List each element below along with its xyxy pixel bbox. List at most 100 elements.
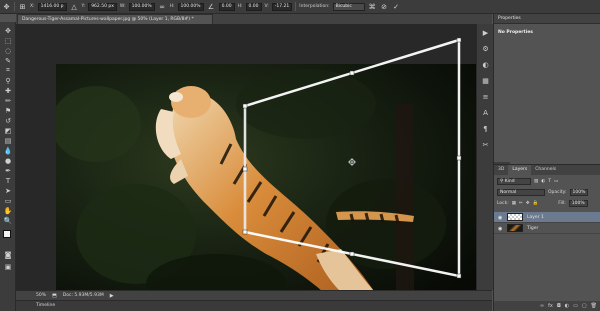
transform-handle-bottom-right[interactable] (456, 273, 462, 279)
brush-tool-icon[interactable]: ✏ (2, 96, 14, 105)
transform-handle-mid-left[interactable] (242, 166, 248, 172)
zoom-level[interactable]: 50% (36, 293, 46, 298)
transform-handle-mid-right[interactable] (456, 155, 462, 161)
new-layer-icon[interactable]: ▢ (582, 303, 587, 309)
layer-filter-row: ⚲ Kind ▨ ◐ T ▭ (497, 178, 558, 185)
lock-transparency-icon[interactable]: ▦ (512, 201, 516, 206)
properties-empty-message: No Properties (498, 30, 533, 35)
transform-handle-top-left[interactable] (242, 103, 248, 109)
crop-tool-icon[interactable]: ⌗ (2, 66, 14, 75)
layers-panel-footer: ∞ fx ◘ ◐ ▭ ▢ 🗑 (494, 301, 600, 311)
opacity-field[interactable]: 100% (569, 189, 589, 196)
quick-select-tool-icon[interactable]: ✎ (2, 56, 14, 65)
healing-brush-tool-icon[interactable]: ✚ (2, 86, 14, 95)
search-icon: ⚲ (500, 179, 504, 184)
properties-tab[interactable]: Properties (494, 14, 600, 24)
move-tool-icon[interactable]: ✥ (2, 26, 14, 35)
history-panel-icon[interactable]: ▶ (481, 28, 490, 37)
status-menu-arrow-icon[interactable]: ▶ (110, 293, 114, 299)
swatches-panel-icon[interactable]: ▦ (481, 76, 490, 85)
divider (14, 2, 15, 11)
filter-shape-icon[interactable]: ▭ (554, 179, 558, 184)
foreground-color-swatch[interactable] (3, 230, 11, 238)
hand-tool-icon[interactable]: ✋ (2, 206, 14, 215)
lock-pixels-icon[interactable]: ✏ (519, 201, 523, 206)
perspective-transform-box[interactable] (16, 24, 492, 290)
cancel-transform-icon[interactable]: ⊘ (380, 2, 389, 11)
visibility-eye-icon[interactable]: ◉ (498, 215, 503, 221)
visibility-eye-icon[interactable]: ◉ (498, 226, 503, 232)
new-adjustment-layer-icon[interactable]: ◐ (565, 303, 569, 309)
width-field[interactable]: 100.00% (128, 2, 155, 11)
document-tab[interactable]: Dangerous-Tiger-Assamal-Pictures-wallpap… (17, 14, 213, 24)
timeline-panel-tab[interactable]: Timeline (16, 300, 492, 311)
history-brush-tool-icon[interactable]: ↺ (2, 116, 14, 125)
commit-transform-icon[interactable]: ✓ (392, 2, 401, 11)
tab-layers[interactable]: Layers (508, 165, 532, 175)
transform-handle-bottom-mid[interactable] (349, 251, 355, 257)
shape-tool-icon[interactable]: ▭ (2, 196, 14, 205)
clone-stamp-tool-icon[interactable]: ⚑ (2, 106, 14, 115)
blur-tool-icon[interactable]: 💧 (2, 146, 14, 155)
layer-row[interactable]: ◉ Tiger (494, 223, 600, 234)
marquee-tool-icon[interactable]: ⬚ (2, 36, 14, 45)
delete-layer-icon[interactable]: 🗑 (591, 303, 597, 309)
kind-filter-select[interactable]: ⚲ Kind (497, 178, 531, 185)
lasso-tool-icon[interactable]: ◌ (2, 46, 14, 55)
new-group-icon[interactable]: ▭ (573, 303, 578, 309)
transform-handle-top-mid[interactable] (349, 70, 355, 76)
type-tool-icon[interactable]: T (2, 176, 14, 185)
options-bar: ✥ ⊞ X: 1416.00 p △ Y: 962.50 px W: 100.0… (0, 0, 600, 14)
interpolation-select[interactable]: Bicubic (332, 2, 365, 11)
styles-panel-icon[interactable]: ≡ (481, 92, 490, 101)
quick-mask-icon[interactable]: ◙ (2, 250, 14, 259)
eyedropper-tool-icon[interactable]: ⚲ (2, 76, 14, 85)
y-field[interactable]: 962.50 px (88, 2, 117, 11)
add-mask-icon[interactable]: ◘ (557, 303, 561, 309)
adjustments-panel-icon[interactable]: ◐ (481, 60, 490, 69)
zoom-tool-icon[interactable]: 🔍 (2, 216, 14, 225)
toolbox: ✥ ⬚ ◌ ✎ ⌗ ⚲ ✚ ✏ ⚑ ↺ ◩ ▤ 💧 ● ✒ T ➤ ▭ ✋ 🔍 … (0, 22, 16, 311)
lock-position-icon[interactable]: ✥ (526, 201, 530, 206)
angle-field[interactable]: 0.00 (218, 2, 235, 11)
fill-field[interactable]: 100% (568, 200, 588, 207)
tab-channels[interactable]: Channels (531, 165, 560, 175)
eraser-tool-icon[interactable]: ◩ (2, 126, 14, 135)
link-layers-icon[interactable]: ∞ (540, 303, 544, 309)
transform-center-point-icon[interactable] (348, 158, 356, 166)
filter-pixel-icon[interactable]: ▨ (534, 179, 538, 184)
properties-title: Properties (498, 16, 521, 21)
tab-3d[interactable]: 3D (494, 165, 508, 175)
relative-position-icon[interactable]: △ (70, 2, 79, 11)
layer-row[interactable]: ◉ Layer 1 (494, 212, 600, 223)
paragraph-panel-icon[interactable]: ¶ (481, 124, 490, 133)
height-field[interactable]: 100.00% (177, 2, 204, 11)
reference-point-icon[interactable]: ⊞ (18, 2, 27, 11)
status-share-icon[interactable]: ⬒ (52, 293, 57, 299)
canvas-area[interactable] (16, 24, 510, 304)
lock-all-icon[interactable]: 🔒 (533, 201, 539, 206)
h-skew-field[interactable]: 0.00 (245, 2, 262, 11)
gradient-tool-icon[interactable]: ▤ (2, 136, 14, 145)
filter-type-icon[interactable]: T (548, 179, 551, 184)
link-icon[interactable]: ∞ (158, 2, 167, 11)
warp-toggle-icon[interactable]: ⌘ (368, 2, 377, 11)
lock-label: Lock: (497, 201, 509, 206)
character-panel-icon[interactable]: A (481, 108, 490, 117)
screen-mode-icon[interactable]: ▣ (2, 262, 14, 271)
layer-thumbnail (507, 224, 523, 232)
actions-panel-icon[interactable]: ⚙ (481, 44, 490, 53)
filter-adjustment-icon[interactable]: ◐ (541, 179, 545, 184)
tool-presets-panel-icon[interactable]: ✂ (481, 140, 490, 149)
transform-handle-top-right[interactable] (456, 37, 462, 43)
dodge-tool-icon[interactable]: ● (2, 156, 14, 165)
transform-tool-icon[interactable]: ✥ (2, 2, 11, 11)
x-field[interactable]: 1416.00 p (37, 2, 67, 11)
v-skew-field[interactable]: -17.21 (271, 2, 293, 11)
y-label: Y: (81, 4, 86, 9)
layer-style-icon[interactable]: fx (548, 303, 553, 309)
blend-mode-select[interactable]: Normal (497, 189, 545, 196)
transform-handle-bottom-left[interactable] (242, 229, 248, 235)
path-select-tool-icon[interactable]: ➤ (2, 186, 14, 195)
pen-tool-icon[interactable]: ✒ (2, 166, 14, 175)
